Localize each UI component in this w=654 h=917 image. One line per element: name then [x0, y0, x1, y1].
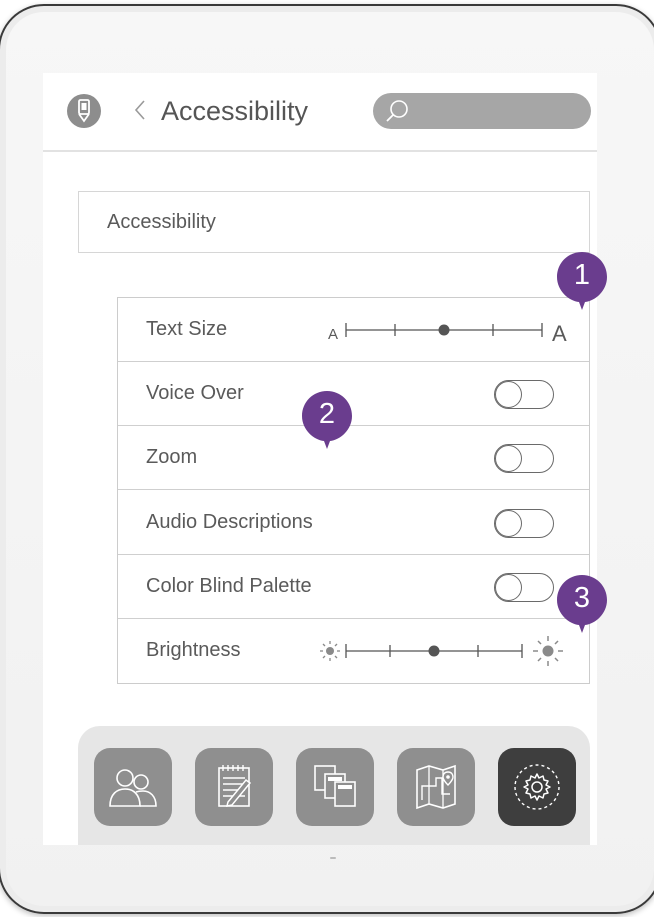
setting-row-brightness: Brightness — [118, 619, 589, 683]
home-indicator — [330, 857, 336, 859]
setting-row-text-size: Text Size A A — [118, 298, 589, 362]
text-size-slider-thumb[interactable] — [438, 324, 450, 336]
header: Accessibility — [43, 73, 597, 150]
dock-button-windows[interactable] — [296, 748, 374, 826]
setting-label: Text Size — [146, 318, 228, 340]
people-icon — [109, 769, 157, 807]
section-label: Accessibility — [107, 211, 216, 233]
brightness-slider-thumb[interactable] — [428, 645, 440, 657]
text-size-slider[interactable]: A A — [318, 312, 568, 348]
sun-small-icon — [320, 641, 340, 661]
dock-button-settings[interactable] — [498, 748, 576, 826]
search-input[interactable] — [373, 93, 591, 129]
audio-descriptions-toggle[interactable] — [494, 509, 554, 538]
windows-icon — [314, 765, 356, 807]
notepad-icon — [218, 765, 252, 807]
annotation-number-1: 1 — [573, 259, 591, 291]
voice-over-toggle[interactable] — [494, 380, 554, 409]
settings-gear-icon — [514, 764, 560, 810]
setting-label: Color Blind Palette — [146, 575, 312, 597]
map-icon — [416, 764, 456, 810]
section-header: Accessibility — [78, 191, 590, 253]
screen: Accessibility Accessibility Text Size A … — [43, 73, 597, 845]
text-size-min-label: A — [328, 326, 338, 343]
search-icon — [386, 100, 408, 122]
zoom-toggle[interactable] — [494, 444, 554, 473]
chevron-left-icon[interactable] — [133, 95, 147, 131]
page-title: Accessibility — [161, 96, 309, 126]
header-divider — [43, 150, 597, 152]
dock-button-map[interactable] — [397, 748, 475, 826]
settings-list: Text Size A A Voice Over Zoom Audio Desc… — [117, 297, 590, 684]
setting-label: Voice Over — [146, 382, 244, 404]
setting-row-color-blind-palette: Color Blind Palette — [118, 555, 589, 619]
toggle-knob — [495, 510, 522, 537]
brightness-slider[interactable] — [318, 633, 568, 669]
color-blind-palette-toggle[interactable] — [494, 573, 554, 602]
bottom-dock — [78, 726, 590, 845]
pencil-icon[interactable] — [67, 94, 101, 128]
annotation-number-3: 3 — [573, 582, 591, 614]
dock-button-people[interactable] — [94, 748, 172, 826]
setting-label: Zoom — [146, 446, 198, 468]
setting-row-audio-descriptions: Audio Descriptions — [118, 491, 589, 555]
dock-button-notepad[interactable] — [195, 748, 273, 826]
text-size-max-label: A — [552, 321, 567, 346]
toggle-knob — [495, 381, 522, 408]
toggle-knob — [495, 445, 522, 472]
setting-label: Brightness — [146, 639, 241, 661]
toggle-knob — [495, 574, 522, 601]
setting-label: Audio Descriptions — [146, 511, 313, 533]
annotation-number-2: 2 — [318, 398, 336, 430]
